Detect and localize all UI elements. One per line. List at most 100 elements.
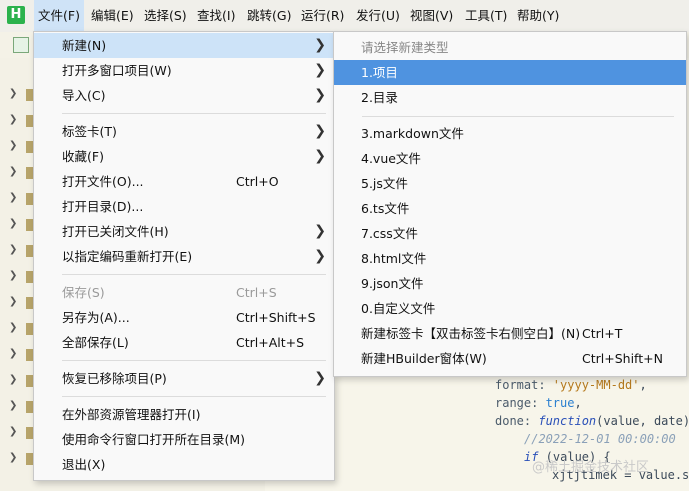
folder-icon <box>26 349 33 361</box>
menu-item-new-html[interactable]: 8.html文件 <box>334 246 686 271</box>
chevron-right-icon: ❯ <box>314 223 326 239</box>
chevron-right-icon: ❯ <box>9 348 18 359</box>
chevron-right-icon: ❯ <box>9 114 18 125</box>
menu-help[interactable]: 帮助(Y) <box>513 0 563 32</box>
chevron-right-icon: ❯ <box>314 37 326 53</box>
folder-icon <box>26 323 33 335</box>
menu-tools[interactable]: 工具(T) <box>461 0 511 32</box>
menu-item-new-json[interactable]: 9.json文件 <box>334 271 686 296</box>
submenu-header: 请选择新建类型 <box>361 40 449 55</box>
menu-item-open-closed-file[interactable]: 打开已关闭文件(H) ❯ <box>34 219 334 244</box>
menu-item-new-project[interactable]: 1.项目 <box>334 60 686 85</box>
menu-item-save[interactable]: 保存(S) Ctrl+S <box>34 280 334 305</box>
menu-run[interactable]: 运行(R) <box>297 0 348 32</box>
menu-separator <box>62 274 326 275</box>
code-comment: //2022-12-01 00:00:00 <box>524 432 676 446</box>
menu-item-new-directory[interactable]: 2.目录 <box>334 85 686 110</box>
tree-row[interactable]: ❯ <box>0 421 33 447</box>
menu-item-new-hbuilder-window[interactable]: 新建HBuilder窗体(W) Ctrl+Shift+N <box>334 346 686 371</box>
tree-row[interactable]: ❯ <box>0 239 33 265</box>
menu-item-restore-removed-project[interactable]: 恢复已移除项目(P) ❯ <box>34 366 334 391</box>
hbuilder-logo-icon: H <box>7 6 25 24</box>
menu-item-new-vue[interactable]: 4.vue文件 <box>334 146 686 171</box>
menu-item-open-in-explorer[interactable]: 在外部资源管理器打开(I) <box>34 402 334 427</box>
chevron-right-icon: ❯ <box>314 123 326 139</box>
menu-item-tabs[interactable]: 标签卡(T) ❯ <box>34 119 334 144</box>
menu-item-new-markdown[interactable]: 3.markdown文件 <box>334 121 686 146</box>
tree-row[interactable]: ❯ <box>0 135 33 161</box>
menu-publish[interactable]: 发行(U) <box>352 0 404 32</box>
menu-edit[interactable]: 编辑(E) <box>87 0 138 32</box>
menu-separator <box>62 113 326 114</box>
folder-icon <box>26 271 33 283</box>
folder-icon <box>26 89 33 101</box>
chevron-right-icon: ❯ <box>9 244 18 255</box>
menu-item-new-js[interactable]: 5.js文件 <box>334 171 686 196</box>
menu-file[interactable]: 文件(F) <box>34 0 84 32</box>
chevron-right-icon: ❯ <box>314 248 326 264</box>
tree-row[interactable]: ❯ <box>0 343 33 369</box>
menu-item-open-file[interactable]: 打开文件(O)... Ctrl+O <box>34 169 334 194</box>
menu-item-new-custom-file[interactable]: 0.自定义文件 <box>334 296 686 321</box>
code-line: range: true, <box>495 396 582 410</box>
chevron-right-icon: ❯ <box>314 87 326 103</box>
menu-item-new-css[interactable]: 7.css文件 <box>334 221 686 246</box>
folder-icon <box>26 167 33 179</box>
menu-item-new-ts[interactable]: 6.ts文件 <box>334 196 686 221</box>
folder-icon <box>26 245 33 257</box>
tree-row[interactable]: ❯ <box>0 291 33 317</box>
tree-row[interactable]: ❯ <box>0 83 33 109</box>
chevron-right-icon: ❯ <box>9 140 18 151</box>
menu-bar: H 文件(F) 编辑(E) 选择(S) 查找(I) 跳转(G) 运行(R) 发行… <box>0 0 689 32</box>
folder-icon <box>26 297 33 309</box>
menu-item-new-tab[interactable]: 新建标签卡【双击标签卡右侧空白】(N) Ctrl+T <box>334 321 686 346</box>
tree-row[interactable]: ❯ <box>0 213 33 239</box>
code-line: done: function(value, date) <box>495 414 689 428</box>
menu-item-open-in-terminal[interactable]: 使用命令行窗口打开所在目录(M) <box>34 427 334 452</box>
tree-row[interactable]: ❯ <box>0 369 33 395</box>
menu-goto[interactable]: 跳转(G) <box>243 0 295 32</box>
menu-select[interactable]: 选择(S) <box>140 0 191 32</box>
tree-row[interactable]: ❯ <box>0 109 33 135</box>
chevron-right-icon: ❯ <box>9 374 18 385</box>
chevron-right-icon: ❯ <box>9 322 18 333</box>
project-tree: ❯ ❯ ❯ ❯ ❯ ❯ ❯ ❯ ❯ ❯ ❯ ❯ ❯ ❯ ❯ <box>0 58 33 491</box>
menu-item-reopen-with-encoding[interactable]: 以指定编码重新打开(E) ❯ <box>34 244 334 269</box>
chevron-right-icon: ❯ <box>9 88 18 99</box>
menu-item-open-multi-window-project[interactable]: 打开多窗口项目(W) ❯ <box>34 58 334 83</box>
tree-row[interactable]: ❯ <box>0 447 33 473</box>
menu-item-save-all[interactable]: 全部保存(L) Ctrl+Alt+S <box>34 330 334 355</box>
menu-item-open-directory[interactable]: 打开目录(D)... <box>34 194 334 219</box>
folder-icon <box>26 453 33 465</box>
menu-item-new[interactable]: 新建(N) ❯ <box>34 33 334 58</box>
chevron-right-icon: ❯ <box>9 426 18 437</box>
tree-row[interactable]: ❯ <box>0 395 33 421</box>
chevron-right-icon: ❯ <box>9 218 18 229</box>
folder-icon <box>26 219 33 231</box>
menu-find[interactable]: 查找(I) <box>193 0 239 32</box>
chevron-right-icon: ❯ <box>314 62 326 78</box>
tree-row[interactable]: ❯ <box>0 187 33 213</box>
chevron-right-icon: ❯ <box>9 270 18 281</box>
chevron-right-icon: ❯ <box>9 166 18 177</box>
tree-row[interactable]: ❯ <box>0 317 33 343</box>
chevron-right-icon: ❯ <box>9 400 18 411</box>
menu-item-save-as[interactable]: 另存为(A)... Ctrl+Shift+S <box>34 305 334 330</box>
menu-separator <box>62 360 326 361</box>
chevron-right-icon: ❯ <box>314 148 326 164</box>
chevron-right-icon: ❯ <box>314 370 326 386</box>
menu-view[interactable]: 视图(V) <box>406 0 457 32</box>
menu-item-favorites[interactable]: 收藏(F) ❯ <box>34 144 334 169</box>
file-menu: 新建(N) ❯ 打开多窗口项目(W) ❯ 导入(C) ❯ 标签卡(T) ❯ 收藏(F) ❯… <box>33 31 335 481</box>
new-file-icon[interactable] <box>13 37 29 53</box>
chevron-right-icon: ❯ <box>9 296 18 307</box>
menu-item-import[interactable]: 导入(C) ❯ <box>34 83 334 108</box>
new-submenu: 请选择新建类型 1.项目 2.目录 3.markdown文件 4.vue文件 5… <box>333 31 687 377</box>
chevron-right-icon: ❯ <box>9 452 18 463</box>
tree-row[interactable]: ❯ <box>0 161 33 187</box>
folder-icon <box>26 141 33 153</box>
tree-row[interactable]: ❯ <box>0 265 33 291</box>
menu-item-exit[interactable]: 退出(X) <box>34 452 334 477</box>
menu-separator <box>62 396 326 397</box>
chevron-right-icon: ❯ <box>9 192 18 203</box>
